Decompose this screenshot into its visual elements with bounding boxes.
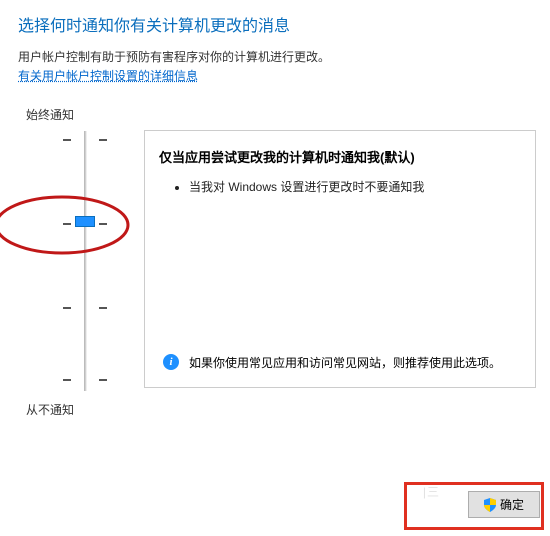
panel-bullet-item: 当我对 Windows 设置进行更改时不要通知我 bbox=[189, 178, 521, 195]
ok-button-label: 确定 bbox=[500, 496, 524, 513]
slider-column: 始终通知 从不通知 bbox=[26, 106, 134, 418]
slider-bottom-label: 从不通知 bbox=[26, 401, 134, 418]
slider-tick bbox=[63, 307, 107, 309]
slider-tick bbox=[63, 139, 107, 141]
uac-description: 用户帐户控制有助于预防有害程序对你的计算机进行更改。 bbox=[0, 44, 550, 67]
info-icon: i bbox=[163, 354, 179, 370]
slider-thumb[interactable] bbox=[75, 216, 95, 227]
watermark: |三 bbox=[423, 483, 440, 500]
slider-top-label: 始终通知 bbox=[26, 106, 134, 123]
button-row: 确定 bbox=[468, 491, 540, 518]
uac-details-link[interactable]: 有关用户帐户控制设置的详细信息 bbox=[0, 67, 216, 94]
info-row: i 如果你使用常见应用和访问常见网站，则推荐使用此选项。 bbox=[159, 348, 521, 377]
slider-tick bbox=[63, 379, 107, 381]
settings-panel: 仅当应用尝试更改我的计算机时通知我(默认) 当我对 Windows 设置进行更改… bbox=[144, 130, 536, 388]
shield-icon bbox=[484, 498, 496, 512]
page-title: 选择何时通知你有关计算机更改的消息 bbox=[0, 0, 550, 44]
uac-slider[interactable] bbox=[36, 131, 134, 391]
panel-title: 仅当应用尝试更改我的计算机时通知我(默认) bbox=[159, 147, 521, 166]
ok-button[interactable]: 确定 bbox=[468, 491, 540, 518]
info-text: 如果你使用常见应用和访问常见网站，则推荐使用此选项。 bbox=[189, 354, 501, 371]
panel-bullet-list: 当我对 Windows 设置进行更改时不要通知我 bbox=[159, 178, 521, 195]
